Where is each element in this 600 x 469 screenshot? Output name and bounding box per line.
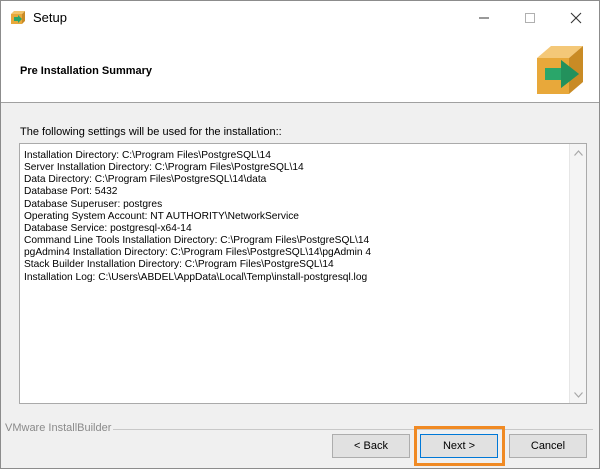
chevron-up-icon <box>573 149 583 156</box>
scroll-up-button[interactable] <box>570 144 586 161</box>
maximize-icon <box>525 13 535 23</box>
window-title: Setup <box>33 10 67 25</box>
intro-text: The following settings will be used for … <box>20 126 282 138</box>
maximize-button[interactable] <box>507 1 553 35</box>
summary-line: Operating System Account: NT AUTHORITY\N… <box>24 210 299 222</box>
summary-line: Data Directory: C:\Program Files\Postgre… <box>24 174 267 186</box>
scroll-down-button[interactable] <box>570 386 586 403</box>
close-icon <box>570 12 582 24</box>
installer-box-arrow-icon <box>531 40 587 98</box>
summary-line: Database Port: 5432 <box>24 186 118 198</box>
vertical-scrollbar[interactable] <box>569 144 586 403</box>
summary-line: Installation Directory: C:\Program Files… <box>24 150 271 161</box>
next-button-highlight <box>414 426 505 466</box>
footer-divider <box>113 429 593 430</box>
page-title: Pre Installation Summary <box>20 65 153 77</box>
summary-line: Command Line Tools Installation Director… <box>24 235 370 247</box>
title-bar: Setup <box>1 1 599 35</box>
summary-line: Database Service: postgresql-x64-14 <box>24 222 192 234</box>
back-button[interactable]: < Back <box>332 434 410 458</box>
close-button[interactable] <box>553 1 599 35</box>
summary-line: Stack Builder Installation Directory: C:… <box>24 259 334 271</box>
summary-line: Installation Log: C:\Users\ABDEL\AppData… <box>24 271 368 283</box>
summary-textarea[interactable]: Installation Directory: C:\Program Files… <box>19 143 587 404</box>
cancel-button[interactable]: Cancel <box>509 434 587 458</box>
installer-box-icon <box>10 10 26 26</box>
minimize-button[interactable] <box>461 1 507 35</box>
summary-line: Server Installation Directory: C:\Progra… <box>24 162 304 174</box>
header-banner: Pre Installation Summary <box>1 35 599 103</box>
summary-line: pgAdmin4 Installation Directory: C:\Prog… <box>24 247 372 259</box>
minimize-icon <box>479 17 489 19</box>
setup-window: Setup Pre Installation Summary The follo… <box>0 0 600 469</box>
summary-lines: Installation Directory: C:\Program Files… <box>24 150 564 284</box>
brand-label: VMware InstallBuilder <box>5 422 112 434</box>
summary-line: Database Superuser: postgres <box>24 198 163 210</box>
chevron-down-icon <box>573 391 583 398</box>
